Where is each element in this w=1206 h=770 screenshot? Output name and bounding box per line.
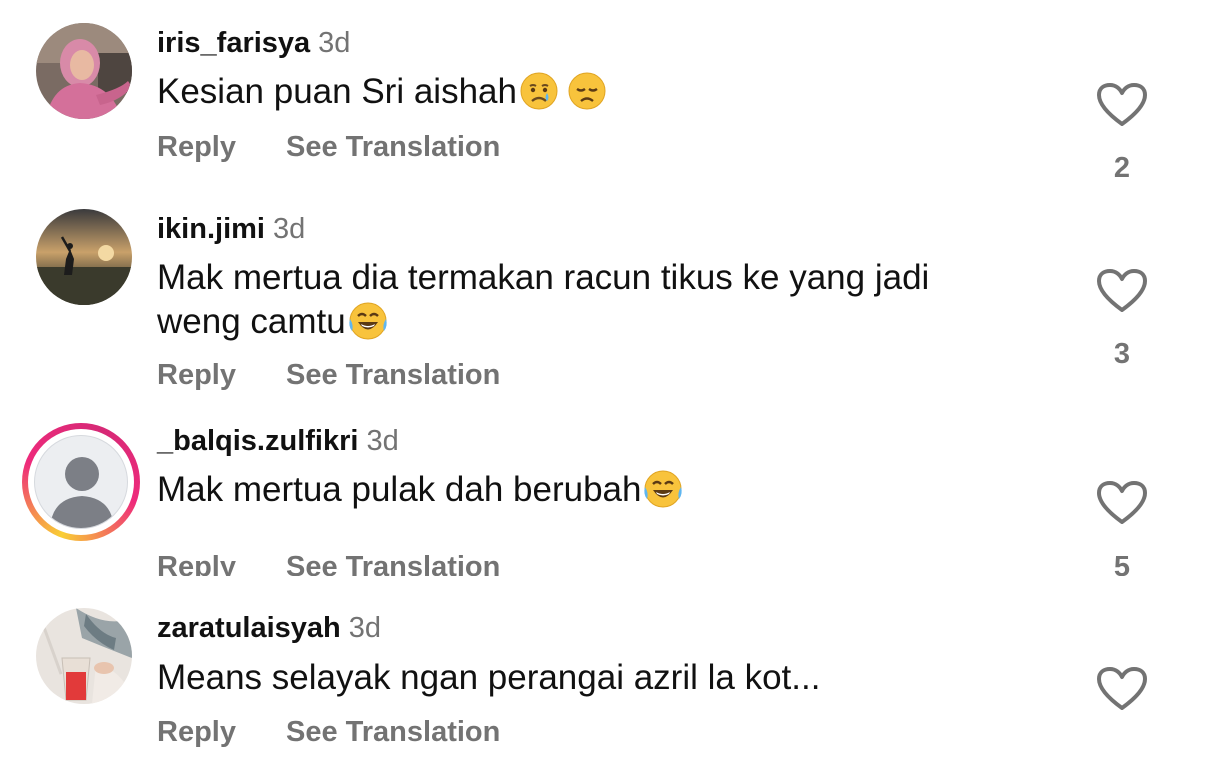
comment-text-line-2: weng camtu (157, 300, 1057, 344)
like-button[interactable] (1096, 82, 1148, 128)
comment-text: Mak mertua dia termakan racun tikus ke y… (157, 256, 1057, 344)
tears-of-joy-emoji (643, 469, 683, 509)
comment-header: zaratulaisyah 3d (157, 611, 381, 645)
comment-text-content: Mak mertua pulak dah berubah (157, 470, 642, 509)
timestamp: 3d (348, 612, 382, 644)
comment-text-content: Means selayak ngan perangai azril la kot… (157, 658, 821, 697)
username[interactable]: ikin.jimi (157, 213, 265, 245)
disappointed-face-emoji (567, 71, 607, 111)
story-ring[interactable] (22, 423, 140, 541)
like-count: 2 (1113, 152, 1131, 184)
list-section-divider (0, 576, 1206, 582)
username[interactable]: zaratulaisyah (157, 612, 341, 644)
like-count: 3 (1113, 338, 1131, 370)
tears-of-joy-emoji (348, 301, 388, 341)
reply-button[interactable]: Reply (157, 131, 236, 163)
reply-button[interactable]: Reply (157, 716, 236, 748)
like-button[interactable] (1096, 268, 1148, 314)
comment-text-content: Kesian puan Sri aishah (157, 72, 517, 111)
username[interactable]: iris_farisya (157, 27, 310, 59)
see-translation-button[interactable]: See Translation (286, 359, 500, 391)
reply-button[interactable]: Reply (157, 359, 236, 391)
comment-header: _balqis.zulfikri 3d (157, 424, 399, 458)
see-translation-button[interactable]: See Translation (286, 131, 500, 163)
timestamp: 3d (318, 27, 351, 59)
heart-outline-icon (1097, 269, 1147, 312)
comment-header: ikin.jimi 3d (157, 212, 305, 246)
like-button[interactable] (1096, 666, 1148, 712)
avatar[interactable] (36, 209, 132, 305)
see-translation-button[interactable]: See Translation (286, 716, 500, 748)
avatar[interactable] (36, 608, 132, 704)
heart-outline-icon (1097, 667, 1147, 710)
comment-actions: Reply See Translation (157, 715, 500, 749)
username[interactable]: _balqis.zulfikri (157, 425, 358, 457)
crying-face-emoji (519, 71, 559, 111)
person-silhouette-icon (34, 435, 128, 529)
comment-header: iris_farisya 3d (157, 26, 350, 60)
comment-actions: Reply See Translation (157, 130, 500, 164)
like-button[interactable] (1096, 480, 1148, 526)
comment-text: Means selayak ngan perangai azril la kot… (157, 656, 1057, 700)
comment-text-line: Mak mertua dia termakan racun tikus ke y… (157, 258, 930, 297)
heart-outline-icon (1097, 481, 1147, 524)
comment-text-content: weng camtu (157, 302, 346, 341)
heart-outline-icon (1097, 83, 1147, 126)
timestamp: 3d (366, 425, 399, 457)
comment-text: Mak mertua pulak dah berubah (157, 468, 1057, 512)
comment-actions: Reply See Translation (157, 358, 500, 392)
timestamp: 3d (272, 213, 306, 245)
comment-text: Kesian puan Sri aishah (157, 70, 1057, 114)
avatar[interactable] (36, 23, 132, 119)
